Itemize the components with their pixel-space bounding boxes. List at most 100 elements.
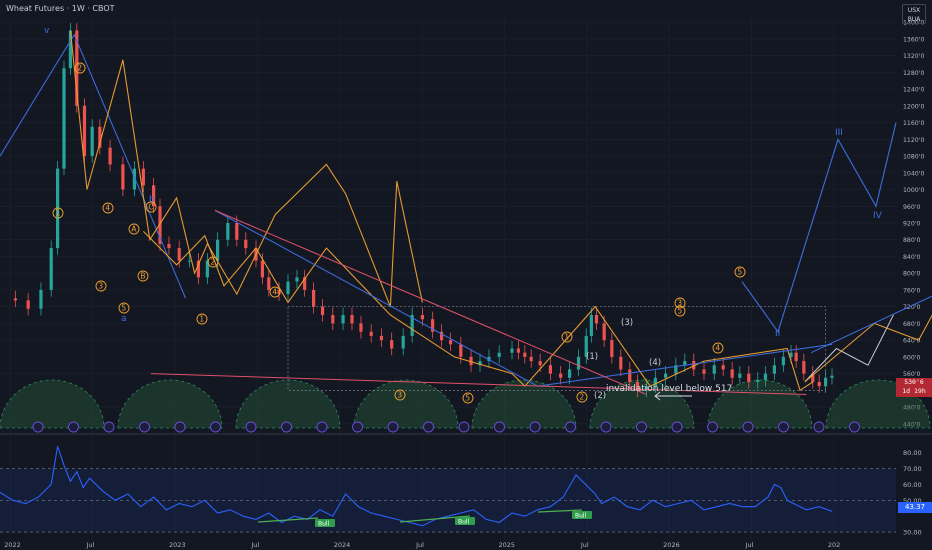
wave-label: IV <box>873 211 883 221</box>
last-price-value: 530'6 <box>904 378 924 386</box>
candle-body <box>712 365 716 374</box>
x-tick-label: Jul <box>580 541 589 549</box>
candle-body <box>369 331 373 336</box>
x-tick-label: Jul <box>250 541 259 549</box>
candle-body <box>244 239 248 249</box>
y-tick-label: 1040'0 <box>903 170 924 177</box>
projection-line <box>804 314 932 383</box>
event-marker <box>849 421 860 433</box>
candles <box>13 23 834 398</box>
candle-body <box>267 277 271 290</box>
wave-label: 5 <box>121 304 126 313</box>
candle-body <box>286 281 290 295</box>
wave-label: (3) <box>621 318 633 328</box>
wave-label: III <box>835 128 843 138</box>
y-tick-label: 640'0 <box>903 338 921 345</box>
candle-body <box>82 105 87 157</box>
y-tick-label: 760'0 <box>903 287 921 294</box>
event-marker <box>352 421 363 433</box>
event-marker <box>423 421 434 433</box>
wave-label: 5 <box>465 394 470 403</box>
wave-label: 1 <box>199 315 204 324</box>
candle-body <box>350 315 354 324</box>
wave-label: 2 <box>579 393 584 402</box>
y-tick-label: 1200'0 <box>903 103 924 110</box>
candle-body <box>401 335 405 349</box>
candle-body <box>794 352 798 362</box>
y-tick-label: 680'0 <box>903 321 921 328</box>
candle-body <box>538 361 542 366</box>
candle-body <box>390 340 394 349</box>
event-marker <box>68 421 79 433</box>
event-marker <box>245 421 257 433</box>
event-marker <box>458 421 470 433</box>
wave-label: 5 <box>677 307 682 316</box>
wave-label: v <box>44 26 50 36</box>
candle-body <box>594 315 599 324</box>
x-tick-label: Jul <box>745 541 754 549</box>
event-marker <box>210 421 221 433</box>
candle-body <box>559 373 563 378</box>
candle-body <box>26 300 30 309</box>
candle-body <box>576 356 581 370</box>
x-tick-label: 2023 <box>169 541 186 549</box>
bull-label: Bull <box>318 521 330 528</box>
candle-body <box>312 289 316 307</box>
x-tick-label: 2025 <box>498 541 515 549</box>
candle-body <box>747 373 751 382</box>
candle-body <box>756 379 760 382</box>
wave-label: C <box>148 203 153 212</box>
wave-label: 3 <box>98 282 103 291</box>
candle-body <box>167 243 171 249</box>
currency-label: USX <box>907 7 921 14</box>
wave-label: 4 <box>272 288 277 297</box>
wave-label: 2 <box>77 64 82 73</box>
candle-body <box>738 373 742 378</box>
candle-body <box>548 365 552 374</box>
event-marker <box>139 421 150 433</box>
candle-body <box>49 248 53 290</box>
wave-label: 1 <box>55 209 60 218</box>
candle-body <box>802 361 806 374</box>
candle-body <box>260 260 264 278</box>
event-marker <box>281 421 292 433</box>
rsi-tick-label: 60.00 <box>903 481 922 489</box>
bull-label: Bull <box>458 519 470 526</box>
currency-unit-box[interactable]: USX BUA <box>902 4 926 24</box>
candle-body <box>772 365 776 374</box>
candle-body <box>62 68 66 169</box>
event-marker <box>671 421 683 433</box>
cycle-dome <box>235 379 341 429</box>
cycle-dome <box>471 379 577 429</box>
unit-label: BUA <box>907 16 921 23</box>
wave-label: (1) <box>586 352 598 362</box>
wave-label: 2 <box>210 258 215 267</box>
candle-body <box>39 289 43 309</box>
wave-label: a <box>121 314 127 324</box>
event-marker <box>316 421 328 433</box>
chart-title: Wheat Futures · 1W · CBOT <box>6 4 115 13</box>
candle-body <box>90 126 94 157</box>
invalidation-note: invalidation level below 517 <box>606 384 732 394</box>
y-tick-label: 1080'0 <box>903 154 924 161</box>
candle-body <box>721 365 725 370</box>
candle-body <box>341 315 345 324</box>
wave-line <box>214 209 833 387</box>
wave-label: 1 <box>564 333 569 342</box>
candle-body <box>187 260 192 262</box>
target-box <box>287 306 826 391</box>
bar-countdown: 1d 19h <box>902 387 926 395</box>
candle-body <box>320 306 325 316</box>
candle-body <box>448 340 453 345</box>
wave-label: (2) <box>594 391 606 401</box>
x-tick-label: 2026 <box>663 541 680 549</box>
candle-body <box>177 248 181 261</box>
y-tick-label: 600'0 <box>903 354 921 361</box>
x-tick-label: 202 <box>828 541 840 549</box>
candle-body <box>108 147 112 165</box>
y-tick-label: 1240'0 <box>903 87 924 94</box>
event-marker <box>174 421 186 433</box>
candle-body <box>141 168 145 186</box>
candle-body <box>331 315 335 324</box>
candle-body <box>459 344 463 357</box>
